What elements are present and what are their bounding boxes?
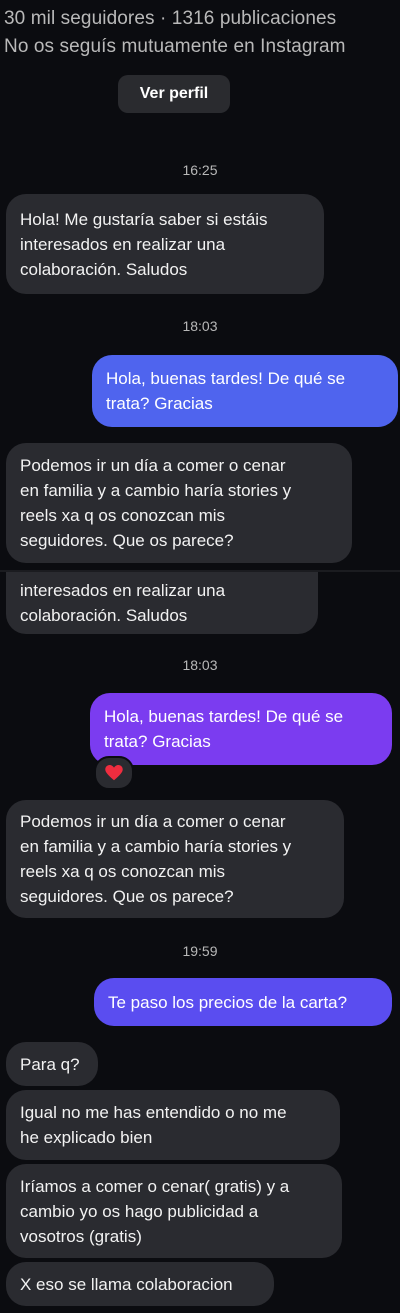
message-outgoing[interactable]: Hola, buenas tardes! De qué se trata? Gr… bbox=[90, 693, 392, 765]
mutual-follow-status: No os seguís mutuamente en Instagram bbox=[4, 36, 346, 57]
message-line: seguidores. Que os parece? bbox=[20, 887, 234, 906]
message-line: en familia y a cambio haría stories y bbox=[20, 837, 292, 856]
message-line: Hola, buenas tardes! De qué se bbox=[104, 707, 344, 726]
message-line: Iríamos a comer o cenar( gratis) y a bbox=[20, 1176, 290, 1196]
message-outgoing[interactable]: Te paso los precios de la carta? bbox=[94, 978, 392, 1026]
message-line: en familia y a cambio haría stories y bbox=[20, 481, 292, 500]
message-line: trata? Gracias bbox=[104, 732, 211, 751]
message-incoming[interactable]: Iríamos a comer o cenar( gratis) y a cam… bbox=[6, 1164, 342, 1258]
message-line: Te paso los precios de la carta? bbox=[108, 992, 348, 1012]
message-line: Hola, buenas tardes! De qué se bbox=[106, 369, 346, 388]
message-line: seguidores. Que os parece? bbox=[20, 531, 234, 550]
message-line: vosotros (gratis) bbox=[20, 1226, 142, 1246]
message-line: he explicado bien bbox=[20, 1128, 153, 1147]
timestamp: 16:25 bbox=[182, 162, 218, 178]
message-line: cambio yo os hago publicidad a bbox=[20, 1201, 259, 1221]
message-outgoing[interactable]: Hola, buenas tardes! De qué se trata? Gr… bbox=[92, 355, 398, 427]
message-line: reels xa q os conozcan mis bbox=[20, 506, 226, 525]
message-line: Podemos ir un día a comer o cenar bbox=[20, 456, 286, 475]
profile-stats: 30 mil seguidores · 1316 publicaciones bbox=[4, 8, 337, 29]
message-line: interesados en realizar una bbox=[20, 581, 226, 600]
message-line: reels xa q os conozcan mis bbox=[20, 862, 226, 881]
message-incoming[interactable]: interesados en realizar una colaboración… bbox=[6, 572, 318, 634]
message-incoming[interactable]: Igual no me has entendido o no me he exp… bbox=[6, 1090, 340, 1160]
message-line: X eso se llama colaboracion bbox=[20, 1274, 233, 1294]
message-line: interesados en realizar una bbox=[20, 234, 226, 254]
message-line: Para q? bbox=[20, 1054, 80, 1074]
heart-reaction[interactable] bbox=[94, 756, 134, 790]
message-line: colaboración. Saludos bbox=[20, 606, 188, 625]
message-incoming[interactable]: Podemos ir un día a comer o cenar en fam… bbox=[6, 443, 352, 563]
message-line: Igual no me has entendido o no me bbox=[20, 1103, 287, 1122]
message-incoming[interactable]: Podemos ir un día a comer o cenar en fam… bbox=[6, 800, 344, 918]
heart-icon bbox=[105, 765, 123, 781]
message-incoming[interactable]: X eso se llama colaboracion bbox=[6, 1262, 274, 1306]
message-incoming[interactable]: Para q? bbox=[6, 1042, 98, 1086]
timestamp: 19:59 bbox=[182, 943, 218, 959]
view-profile-button[interactable]: Ver perfil bbox=[118, 75, 230, 113]
message-incoming[interactable]: Hola! Me gustaría saber si estáis intere… bbox=[6, 194, 324, 294]
message-line: Podemos ir un día a comer o cenar bbox=[20, 812, 286, 831]
timestamp: 18:03 bbox=[182, 657, 218, 673]
message-line: Hola! Me gustaría saber si estáis bbox=[20, 209, 268, 229]
message-line: trata? Gracias bbox=[106, 394, 213, 413]
timestamp: 18:03 bbox=[182, 318, 218, 334]
message-line: colaboración. Saludos bbox=[20, 259, 188, 279]
